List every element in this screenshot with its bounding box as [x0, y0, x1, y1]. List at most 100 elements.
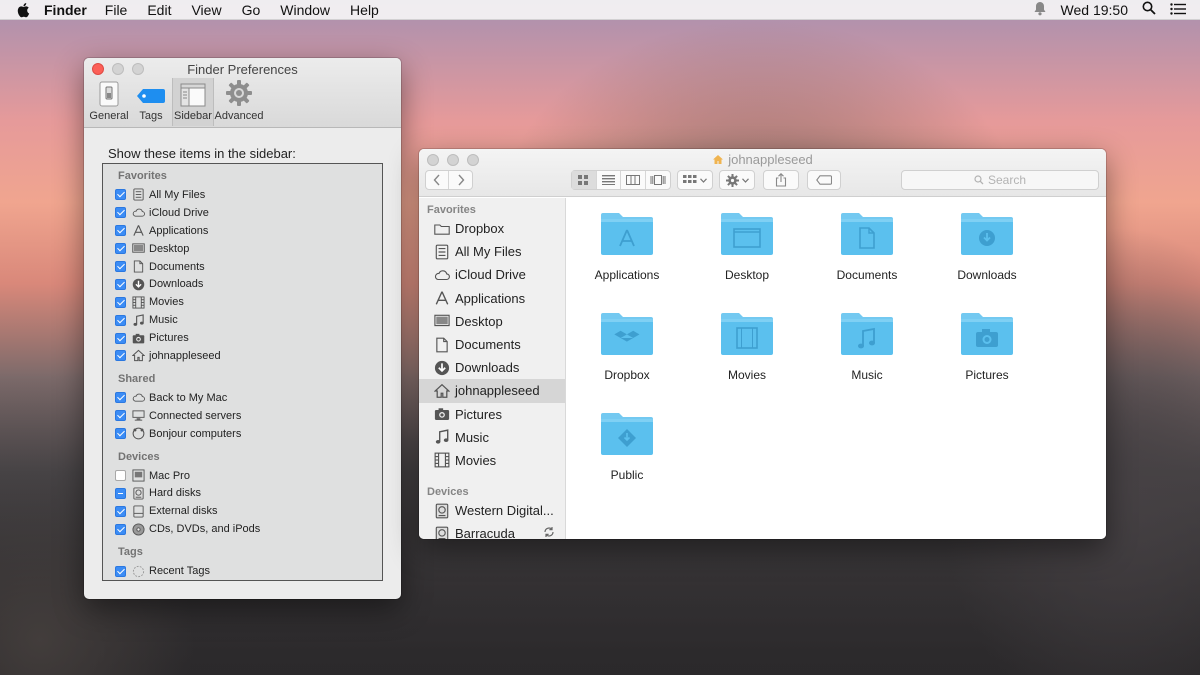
pref-favorites-desktop[interactable]: Desktop: [115, 240, 382, 258]
checkbox-pictures[interactable]: [115, 332, 126, 344]
menu-go[interactable]: Go: [242, 2, 261, 18]
tab-general-label: General: [89, 110, 129, 122]
cover-flow-button[interactable]: [646, 171, 670, 189]
checkbox-johnappleseed[interactable]: [115, 350, 126, 362]
folder-music[interactable]: Music: [807, 310, 927, 410]
sidebar-item-downloads[interactable]: Downloads: [419, 356, 565, 379]
sidebar-item-pictures[interactable]: Pictures: [419, 403, 565, 426]
pref-devices-cds-dvds-and-ipods[interactable]: CDs, DVDs, and iPods: [115, 520, 382, 538]
pref-shared-bonjour-computers[interactable]: Bonjour computers: [115, 425, 382, 443]
pref-favorites-icloud-drive[interactable]: iCloud Drive: [115, 204, 382, 222]
checkbox-movies[interactable]: [115, 296, 126, 308]
action-button[interactable]: [719, 170, 755, 190]
menu-help[interactable]: Help: [350, 2, 379, 18]
sidebar-device-barracuda[interactable]: Barracuda: [419, 522, 565, 539]
checkbox-mac-pro[interactable]: [115, 470, 126, 482]
sidebar-item-label: Western Digital...: [455, 503, 554, 519]
checkbox-icloud-drive[interactable]: [115, 207, 126, 219]
menu-edit[interactable]: Edit: [147, 2, 171, 18]
checkbox-desktop[interactable]: [115, 243, 126, 255]
share-button[interactable]: [763, 170, 799, 190]
finder-window: johnappleseed Search Favorites Dropbox A…: [419, 149, 1106, 539]
sidebar-item-all-my-files[interactable]: All My Files: [419, 240, 565, 263]
sidebar-item-documents[interactable]: Documents: [419, 333, 565, 356]
search-input[interactable]: Search: [901, 170, 1099, 190]
folder-downloads[interactable]: Downloads: [927, 210, 1047, 310]
folder-desktop[interactable]: Desktop: [687, 210, 807, 310]
menubar-clock[interactable]: Wed 19:50: [1061, 2, 1128, 18]
tab-sidebar[interactable]: Sidebar: [172, 78, 214, 126]
menu-view[interactable]: View: [191, 2, 221, 18]
pref-favorites-documents[interactable]: Documents: [115, 258, 382, 276]
notification-bell-icon[interactable]: [1033, 1, 1047, 19]
pref-shared-back-to-my-mac[interactable]: Back to My Mac: [115, 389, 382, 407]
sidebar-item-label: Documents: [455, 337, 521, 353]
tab-advanced[interactable]: Advanced: [214, 78, 264, 126]
sidebar-item-icloud-drive[interactable]: iCloud Drive: [419, 263, 565, 286]
arrange-button[interactable]: [677, 170, 713, 190]
checkbox-applications[interactable]: [115, 225, 126, 237]
folder-documents[interactable]: Documents: [807, 210, 927, 310]
sidebar-device-western-digital[interactable]: Western Digital...: [419, 499, 565, 522]
checkbox-bonjour-computers[interactable]: [115, 428, 126, 440]
sidebar-item-johnappleseed[interactable]: johnappleseed: [419, 379, 565, 403]
pref-favorites-johnappleseed[interactable]: johnappleseed: [115, 347, 382, 365]
icon-view-button[interactable]: [572, 171, 597, 189]
checkbox-external-disks[interactable]: [115, 505, 126, 517]
checkbox-hard-disks[interactable]: [115, 487, 126, 499]
checkbox-label: CDs, DVDs, and iPods: [149, 523, 261, 536]
checkbox-cds-dvds-and-ipods[interactable]: [115, 523, 126, 535]
spotlight-search-icon[interactable]: [1142, 1, 1156, 18]
sidebar-item-movies[interactable]: Movies: [419, 449, 565, 472]
tab-general[interactable]: General: [88, 78, 130, 126]
notification-center-icon[interactable]: [1170, 2, 1186, 18]
pref-tags-recent-tags[interactable]: Recent Tags: [115, 562, 382, 580]
folder-movies[interactable]: Movies: [687, 310, 807, 410]
pref-devices-external-disks[interactable]: External disks: [115, 502, 382, 520]
menu-file[interactable]: File: [105, 2, 128, 18]
checkbox-downloads[interactable]: [115, 278, 126, 290]
folder-dropbox[interactable]: Dropbox: [567, 310, 687, 410]
folder-label: Dropbox: [604, 368, 650, 382]
back-button[interactable]: [426, 171, 450, 189]
checkbox-music[interactable]: [115, 314, 126, 326]
folder-public[interactable]: Public: [567, 410, 687, 510]
downloads-icon: [132, 278, 145, 291]
checkbox-documents[interactable]: [115, 261, 126, 272]
home-icon: [713, 155, 724, 164]
pref-favorites-all-my-files[interactable]: All My Files: [115, 186, 382, 204]
sidebar-item-applications[interactable]: Applications: [419, 287, 565, 310]
sidebar-item-music[interactable]: Music: [419, 426, 565, 449]
sidebar-item-label: Applications: [455, 290, 526, 306]
list-view-button[interactable]: [597, 171, 621, 189]
finder-title-text: johnappleseed: [728, 152, 813, 167]
tab-tags[interactable]: Tags: [130, 78, 172, 126]
checkbox-connected-servers[interactable]: [115, 410, 126, 422]
menu-app-finder[interactable]: Finder: [44, 2, 87, 18]
folder-applications[interactable]: Applications: [567, 210, 687, 310]
finder-content-area: Applications Desktop Documents Downloads Dro…: [567, 198, 1106, 539]
edit-tags-button[interactable]: [807, 170, 841, 190]
forward-button[interactable]: [449, 171, 472, 189]
checkbox-label: Hard disks: [149, 487, 201, 500]
pref-favorites-downloads[interactable]: Downloads: [115, 275, 382, 293]
folder-pictures[interactable]: Pictures: [927, 310, 1047, 410]
folder-icon: [601, 213, 653, 255]
pref-shared-connected-servers[interactable]: Connected servers: [115, 407, 382, 425]
apple-menu-icon[interactable]: [16, 2, 32, 18]
sidebar-item-desktop[interactable]: Desktop: [419, 310, 565, 333]
list-icon: [601, 175, 615, 185]
pref-favorites-pictures[interactable]: Pictures: [115, 329, 382, 347]
column-view-button[interactable]: [621, 171, 646, 189]
checkbox-recent-tags[interactable]: [115, 565, 126, 577]
pref-devices-mac-pro[interactable]: Mac Pro: [115, 467, 382, 485]
sidebar-item-dropbox[interactable]: Dropbox: [419, 217, 565, 240]
checkbox-back-to-my-mac[interactable]: [115, 392, 126, 404]
pref-favorites-movies[interactable]: Movies: [115, 293, 382, 311]
menu-window[interactable]: Window: [280, 2, 330, 18]
pref-favorites-applications[interactable]: Applications: [115, 222, 382, 240]
pref-devices-hard-disks[interactable]: Hard disks: [115, 484, 382, 502]
view-mode-control: [571, 170, 671, 190]
checkbox-all-my-files[interactable]: [115, 189, 126, 201]
pref-favorites-music[interactable]: Music: [115, 311, 382, 329]
